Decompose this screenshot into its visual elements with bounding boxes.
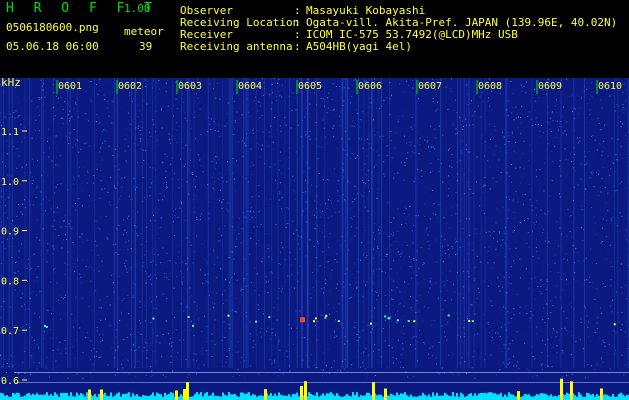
echo-peak [100,389,103,400]
field-label-location: Receiving Location [180,16,300,29]
spectrogram-plot: kHz 1.1 1.0 0.9 0.8 0.7 0.6 0601 0602 0603 0604 0… [0,78,629,400]
time-label: 0606 [358,81,382,92]
field-label-receiver: Receiver [180,28,233,41]
echo-peak [175,390,178,400]
meteor-count: 39 [139,40,153,53]
echo-peak [600,388,603,400]
y-tick-label: 0.8 [1,276,19,287]
echo-peak [183,389,186,400]
time-label: 0608 [478,81,502,92]
time-label: 0604 [238,81,262,92]
field-colon: : [294,4,301,17]
time-label: 0605 [298,81,322,92]
y-tick-label: 1.0 [1,177,19,188]
field-colon: : [294,40,301,53]
time-label: 0607 [418,81,442,92]
field-value-antenna: A504HB(yagi 4el) [306,40,412,53]
echo-peak [88,389,91,400]
echo-peak [372,382,375,400]
time-label: 0609 [538,81,562,92]
echo-peak [186,382,189,400]
meteor-label: meteor [124,25,164,38]
field-value-location: Ogata-vill. Akita-Pref. JAPAN (139.96E, … [306,16,618,29]
time-label: 0602 [118,81,142,92]
y-tick-label: 0.6 [1,376,19,387]
header: H R O F F T 1.00 0506180600.png 05.06.18… [0,0,629,78]
field-colon: : [294,16,301,29]
field-label-observer: Observer [180,4,233,17]
time-label: 0610 [598,81,622,92]
echo-peak [517,391,520,400]
echo-peak [384,388,387,400]
echo-peak [264,389,267,400]
y-tick-label: 0.7 [1,326,19,337]
filename-label: 0506180600.png [6,21,99,34]
y-tick-label: 0.9 [1,227,19,238]
field-value-receiver: ICOM IC-575 53.7492(@LCD)MHz USB [306,28,518,41]
field-label-antenna: Receiving antenna [180,40,293,53]
field-colon: : [294,28,301,41]
unit-label: kHz [1,78,21,89]
field-value-observer: Masayuki Kobayashi [306,4,426,17]
echo-peak [570,381,573,400]
y-tick-label: 1.1 [1,127,19,138]
echo-peak [560,378,563,400]
echo-peak [300,385,303,400]
time-label: 0601 [58,81,82,92]
datetime-label: 05.06.18 06:00 [6,40,99,53]
time-label: 0603 [178,81,202,92]
version-label: 1.00 [124,2,151,15]
echo-peak [304,381,307,400]
